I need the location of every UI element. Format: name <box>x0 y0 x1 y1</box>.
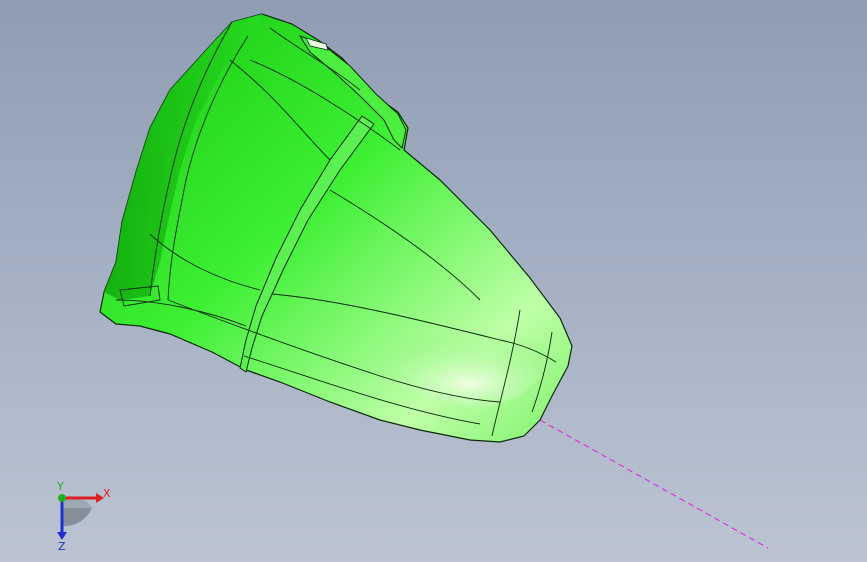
z-axis-label: Z <box>58 540 66 550</box>
axis-line <box>539 419 769 549</box>
x-axis-label: X <box>103 487 111 500</box>
axis-triad: X Y Z <box>56 480 111 550</box>
3d-viewport[interactable]: X Y Z <box>0 0 867 562</box>
y-axis-label: Y <box>56 480 64 493</box>
model-scene[interactable] <box>0 0 867 562</box>
y-axis-dot <box>58 494 66 502</box>
